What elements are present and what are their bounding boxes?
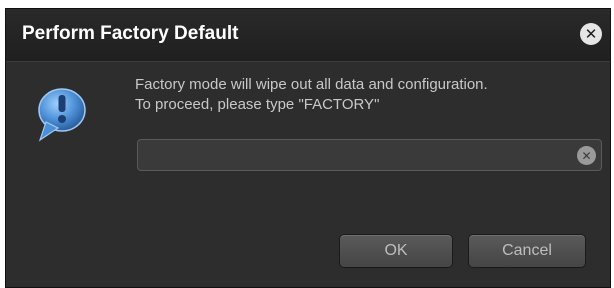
dialog-titlebar: Perform Factory Default ✕: [6, 9, 610, 62]
warning-message: Factory mode will wipe out all data and …: [135, 75, 488, 115]
dialog-title: Perform Factory Default: [22, 23, 239, 44]
message-line-2: To proceed, please type "FACTORY": [135, 96, 380, 113]
dialog-body: Factory mode will wipe out all data and …: [6, 62, 610, 287]
close-icon[interactable]: ✕: [580, 23, 602, 45]
factory-default-dialog: Perform Factory Default ✕ Factory mode w…: [5, 8, 611, 288]
confirmation-input[interactable]: [144, 140, 568, 172]
clear-icon[interactable]: ✕: [577, 146, 596, 165]
confirmation-field: ✕: [137, 139, 602, 172]
cancel-button[interactable]: Cancel: [468, 234, 586, 268]
info-bubble-icon: [38, 88, 86, 142]
message-line-1: Factory mode will wipe out all data and …: [135, 76, 488, 93]
ok-button[interactable]: OK: [339, 234, 453, 268]
